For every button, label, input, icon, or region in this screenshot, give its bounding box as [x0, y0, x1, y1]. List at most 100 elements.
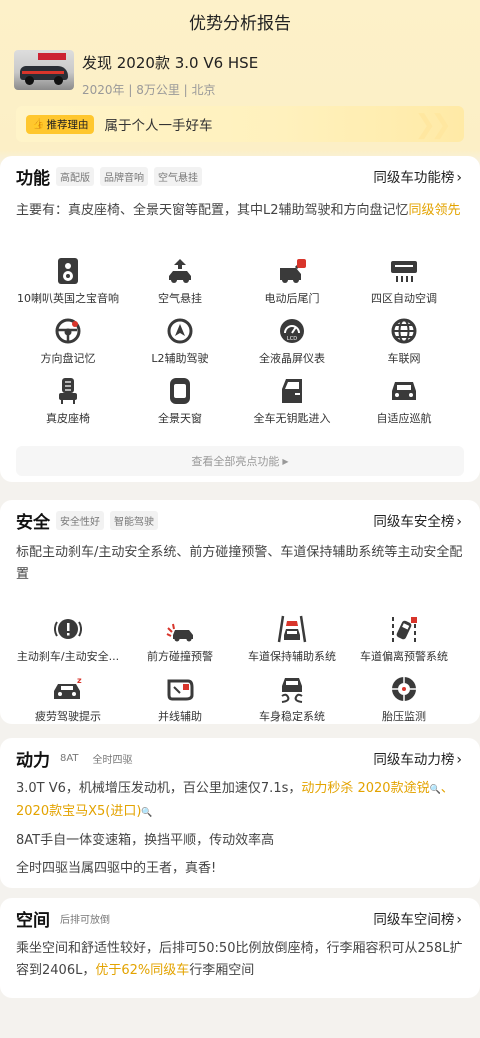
feature-connected[interactable]: 车联网 [344, 316, 464, 366]
chevron-right-icon: › [456, 170, 462, 186]
safety-description: 标配主动刹车/主动安全系统、前方碰撞预警、车道保持辅助系统等主动安全配置 [16, 545, 463, 582]
feature-lcd[interactable]: LCD 全液晶屏仪表 [232, 316, 352, 366]
power-rank-link[interactable]: 同级车动力榜 › [373, 748, 462, 768]
feature-label: 前方碰撞预警 [147, 650, 213, 663]
space-tag: 后排可放倒 [56, 908, 114, 928]
chevron-right-icon: › [456, 514, 462, 530]
safety-rank-link[interactable]: 同级车安全榜 › [373, 510, 462, 530]
feature-label: 全景天窗 [158, 412, 202, 425]
recommend-badge-label: 推荐理由 [46, 118, 89, 131]
safety-feature-fatigue[interactable]: z 疲劳驾驶提示 [8, 674, 128, 724]
feature-sunroof[interactable]: 全景天窗 [120, 376, 240, 426]
see-all-features-button[interactable]: 查看全部亮点功能 ▶ [16, 446, 464, 476]
chevron-right-icon: › [456, 752, 462, 768]
feature-label: 胎压监测 [382, 710, 426, 723]
feature-label: 车身稳定系统 [259, 710, 325, 723]
safety-feature-tire-pressure[interactable]: 胎压监测 [344, 674, 464, 724]
power-line-3: 全时四驱当属四驱中的王者，真香! [16, 861, 217, 876]
feature-speaker[interactable]: 10喇叭英国之宝音响 [8, 256, 128, 306]
safety-feature-blind-spot[interactable]: 并线辅助 [120, 674, 240, 724]
thumbs-up-icon: 👍 [32, 118, 45, 130]
feature-label: 车道保持辅助系统 [248, 650, 336, 663]
compare-link[interactable]: 动力秒杀 2020款途锐🔍 [301, 781, 440, 796]
tire-pressure-icon [344, 674, 464, 704]
safety-feature-collision[interactable]: 前方碰撞预警 [120, 614, 240, 664]
recommend-reason-text: 属于个人一手好车 [104, 118, 213, 134]
power-line-1: 3.0T V6，机械增压发动机，百公里加速仅7.1s，动力秒杀 2020款途锐🔍… [16, 781, 454, 819]
car-thumbnail[interactable] [14, 50, 74, 90]
chevron-right-icon: › [456, 912, 462, 928]
car-header: 发现 2020款 3.0 V6 HSE 2020年 | 8万公里 | 北京 [14, 50, 466, 97]
search-icon: 🔍 [141, 808, 153, 818]
space-title: 空间 [16, 910, 50, 931]
feature-label: 10喇叭英国之宝音响 [17, 292, 119, 305]
recommend-badge: 👍 推荐理由 [26, 114, 95, 134]
feature-label: 自适应巡航 [376, 412, 432, 425]
car-name: 发现 2020款 3.0 V6 HSE [82, 54, 259, 72]
feature-keyless[interactable]: 全车无钥匙进入 [232, 376, 352, 426]
feature-label: 全液晶屏仪表 [259, 352, 325, 365]
safety-title: 安全 [16, 512, 50, 533]
fatigue-alert-icon: z [8, 674, 128, 704]
safety-feature-active-brake[interactable]: 主动刹车/主动安全... [8, 614, 128, 664]
air-suspension-icon [120, 256, 240, 286]
function-tag: 空气悬挂 [154, 166, 202, 186]
feature-label: L2辅助驾驶 [151, 352, 209, 365]
lane-departure-icon [344, 614, 464, 644]
safety-card: 安全 安全性好 智能驾驶 同级车安全榜 › 标配主动刹车/主动安全系统、前方碰撞预… [0, 500, 480, 724]
car-meta: 2020年 | 8万公里 | 北京 [82, 83, 216, 97]
stability-control-icon [232, 674, 352, 704]
feature-tailgate[interactable]: 电动后尾门 [232, 256, 352, 306]
lane-keep-icon [232, 614, 352, 644]
space-rank-link[interactable]: 同级车空间榜 › [373, 908, 462, 928]
feature-label: 电动后尾门 [264, 292, 320, 305]
safety-tag: 智能驾驶 [110, 510, 158, 530]
feature-climate[interactable]: 四区自动空调 [344, 256, 464, 306]
svg-text:LCD: LCD [287, 336, 297, 342]
climate-control-icon [344, 256, 464, 286]
lcd-dashboard-icon: LCD [232, 316, 352, 346]
function-tag: 品牌音响 [100, 166, 148, 186]
globe-icon [344, 316, 464, 346]
chevron-deco-icon: ❯❯ [414, 110, 451, 140]
recommend-reason-banner: 👍 推荐理由 属于个人一手好车 ❯❯ [16, 106, 464, 142]
steering-memory-icon [8, 316, 128, 346]
seat-icon [8, 376, 128, 406]
safety-tag: 安全性好 [56, 510, 104, 530]
feature-label: 并线辅助 [158, 710, 202, 723]
page-title: 优势分析报告 [189, 13, 291, 34]
active-brake-icon [8, 614, 128, 644]
feature-label: 疲劳驾驶提示 [35, 710, 101, 723]
feature-label: 全车无钥匙进入 [253, 412, 331, 425]
safety-feature-lane-departure[interactable]: 车道偏离预警系统 [344, 614, 464, 664]
feature-label: 四区自动空调 [371, 292, 437, 305]
feature-label: 主动刹车/主动安全... [16, 650, 120, 663]
space-card: 空间 后排可放倒 同级车空间榜 › 乘坐空间和舒适性较好，后排可50:50比例放倒… [0, 898, 480, 998]
power-tag: 全时四驱 [88, 748, 137, 768]
function-title: 功能 [16, 168, 50, 189]
compare-link[interactable]: 2020款宝马X5(进口)🔍 [16, 804, 153, 819]
feature-leather-seat[interactable]: 真皮座椅 [8, 376, 128, 426]
page-header: 优势分析报告 [0, 0, 480, 42]
power-card: 动力 8AT 全时四驱 同级车动力榜 › 3.0T V6，机械增压发动机，百公里加… [0, 738, 480, 888]
function-tag: 高配版 [56, 166, 94, 186]
space-description: 乘坐空间和舒适性较好，后排可50:50比例放倒座椅，行李厢容积可从258L扩容到… [16, 941, 463, 978]
power-tag: 8AT [56, 750, 83, 766]
feature-label: 真皮座椅 [46, 412, 90, 425]
safety-feature-stability[interactable]: 车身稳定系统 [232, 674, 352, 724]
feature-steering-memory[interactable]: 方向盘记忆 [8, 316, 128, 366]
function-rank-link[interactable]: 同级车功能榜 › [373, 166, 462, 186]
svg-text:z: z [77, 676, 82, 685]
feature-air-suspension[interactable]: 空气悬挂 [120, 256, 240, 306]
power-tailgate-icon [232, 256, 352, 286]
feature-l2[interactable]: L2辅助驾驶 [120, 316, 240, 366]
safety-feature-lane-keep[interactable]: 车道保持辅助系统 [232, 614, 352, 664]
feature-acc[interactable]: 自适应巡航 [344, 376, 464, 426]
collision-warning-icon [120, 614, 240, 644]
play-arrow-icon: ▶ [282, 456, 289, 466]
keyless-entry-icon [232, 376, 352, 406]
speaker-icon [8, 256, 128, 286]
feature-label: 车联网 [387, 352, 421, 365]
blind-spot-icon [120, 674, 240, 704]
power-title: 动力 [16, 750, 50, 771]
